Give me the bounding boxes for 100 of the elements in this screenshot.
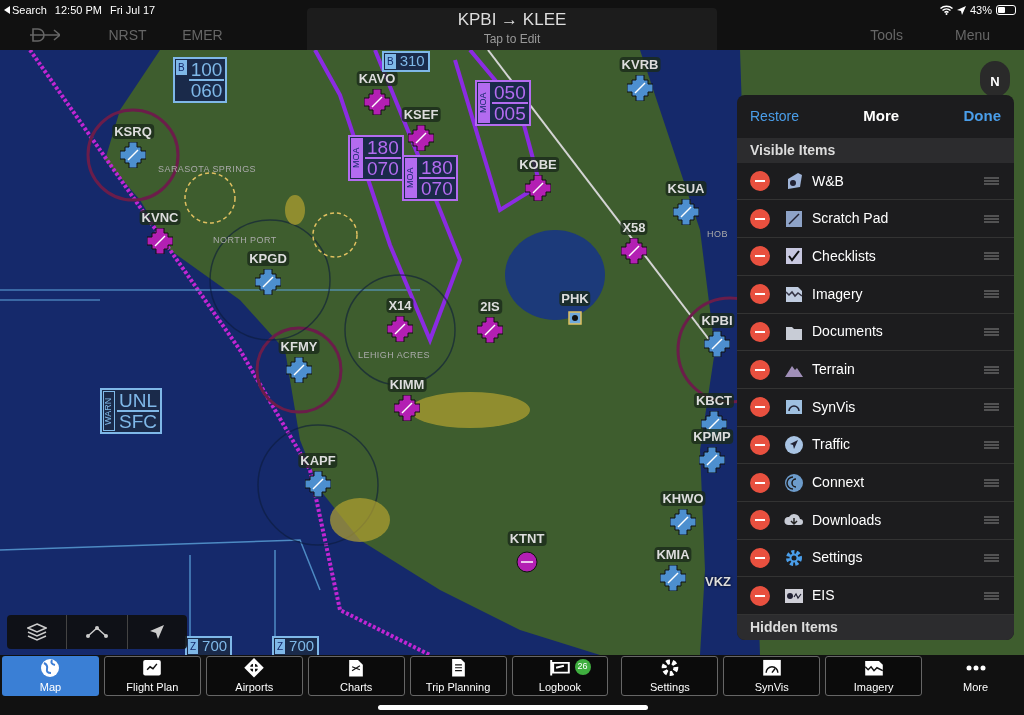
- airport-symbol-icon[interactable]: [673, 199, 699, 225]
- airspace-label: B 100 060: [173, 57, 228, 103]
- tab-button[interactable]: Logbook 26: [511, 656, 609, 696]
- reorder-handle-icon[interactable]: [984, 591, 999, 600]
- tab-button[interactable]: Charts: [307, 656, 405, 696]
- airport-label: KVRB: [619, 57, 661, 72]
- airport-label: 2IS: [478, 299, 502, 314]
- airport-symbol-icon[interactable]: [699, 447, 725, 473]
- remove-icon[interactable]: [750, 510, 770, 531]
- reorder-handle-icon[interactable]: [984, 478, 999, 487]
- airport-symbol-icon[interactable]: [394, 395, 420, 421]
- feature-icon: [784, 472, 804, 493]
- north-label: N: [990, 72, 1000, 91]
- airport-symbol-icon[interactable]: [364, 89, 390, 115]
- tab-button[interactable]: Trip Planning: [409, 656, 507, 696]
- airport-symbol-icon[interactable]: [621, 238, 647, 264]
- remove-icon[interactable]: [750, 585, 770, 606]
- more-list-row[interactable]: Imagery: [737, 275, 1014, 314]
- done-button[interactable]: Done: [963, 105, 1001, 128]
- airport-symbol-icon[interactable]: [255, 269, 281, 295]
- airport-symbol-icon[interactable]: [305, 471, 331, 497]
- airport-symbol-icon[interactable]: [477, 317, 503, 343]
- more-list-row[interactable]: Checklists: [737, 238, 1014, 276]
- tab-button[interactable]: SynVis: [723, 656, 821, 696]
- airport-label: KVNC: [139, 210, 181, 225]
- airport-symbol-icon[interactable]: [387, 316, 413, 342]
- more-list-row[interactable]: Connext: [737, 464, 1014, 502]
- more-list-row[interactable]: Downloads: [737, 501, 1014, 540]
- item-label: Downloads: [812, 510, 883, 530]
- airport-label: KAVO: [356, 71, 398, 86]
- more-list-row[interactable]: Traffic: [737, 426, 1014, 465]
- tab-button[interactable]: Flight Plan: [103, 656, 201, 696]
- airport-symbol-icon[interactable]: [408, 125, 434, 151]
- layers-icon: [26, 623, 47, 641]
- airport-symbol-icon[interactable]: [120, 142, 146, 168]
- remove-icon[interactable]: [750, 434, 770, 455]
- restore-button[interactable]: Restore: [750, 105, 800, 127]
- airport-label: VKZ: [705, 573, 731, 591]
- reorder-handle-icon[interactable]: [984, 516, 999, 525]
- tab-button[interactable]: More: [927, 656, 1024, 696]
- remove-icon[interactable]: [750, 284, 770, 305]
- item-label: Settings: [812, 548, 864, 568]
- remove-icon[interactable]: [750, 208, 770, 229]
- airspace-label: Z 700: [185, 636, 233, 655]
- reorder-handle-icon[interactable]: [984, 177, 999, 186]
- airport-symbol-icon[interactable]: [286, 357, 312, 383]
- tab-button[interactable]: Imagery: [825, 656, 923, 696]
- airport-label: KPBI: [699, 313, 735, 328]
- reorder-handle-icon[interactable]: [984, 252, 999, 261]
- reorder-handle-icon[interactable]: [984, 553, 999, 562]
- airport-label: KOBE: [517, 157, 559, 172]
- item-label: Traffic: [812, 435, 852, 455]
- reorder-handle-icon[interactable]: [984, 403, 999, 412]
- airport-symbol-icon[interactable]: [704, 331, 730, 357]
- remove-icon[interactable]: [750, 359, 770, 380]
- wifi-icon: [939, 5, 953, 15]
- more-list-row[interactable]: Documents: [737, 313, 1014, 352]
- more-list-row[interactable]: Scratch Pad: [737, 200, 1014, 239]
- item-label: Connext: [812, 473, 866, 493]
- route-title-bar[interactable]: KPBI → KLEE Tap to Edit: [307, 8, 717, 50]
- remove-icon[interactable]: [750, 321, 770, 342]
- remove-icon[interactable]: [750, 246, 770, 267]
- airport-label: KSRQ: [112, 124, 154, 139]
- reorder-handle-icon[interactable]: [984, 440, 999, 449]
- airport-label: KSUA: [665, 181, 707, 196]
- airport-label: X58: [620, 220, 648, 235]
- reorder-handle-icon[interactable]: [984, 365, 999, 374]
- airport-symbol-icon[interactable]: [670, 509, 696, 535]
- city-label: SARASOTA SPRINGS: [158, 163, 257, 176]
- airport-symbol-icon[interactable]: [516, 551, 538, 573]
- feature-icon: [784, 208, 804, 229]
- back-link[interactable]: Search: [12, 1, 47, 19]
- direct-to-icon: [30, 27, 60, 43]
- feature-icon: [784, 434, 804, 455]
- more-list-row[interactable]: Settings: [737, 539, 1014, 578]
- feature-icon: [784, 547, 804, 568]
- airport-symbol-icon[interactable]: [525, 175, 551, 201]
- reorder-handle-icon[interactable]: [984, 327, 999, 336]
- reorder-handle-icon[interactable]: [984, 214, 999, 223]
- airport-label: PHK: [559, 291, 591, 306]
- airport-label: KMIA: [654, 547, 692, 562]
- airport-label: KBCT: [693, 393, 735, 408]
- more-list-row[interactable]: SynVis: [737, 388, 1014, 427]
- remove-icon[interactable]: [750, 397, 770, 418]
- tab-button[interactable]: Airports: [205, 656, 303, 696]
- more-list-row[interactable]: Terrain: [737, 351, 1014, 389]
- more-list-row[interactable]: W&B: [737, 162, 1014, 201]
- remove-icon[interactable]: [750, 171, 770, 192]
- remove-icon[interactable]: [750, 472, 770, 493]
- tab-button[interactable]: Map: [2, 656, 99, 696]
- airport-symbol-icon[interactable]: [147, 228, 173, 254]
- airport-symbol-icon[interactable]: [627, 75, 653, 101]
- more-dots-icon: [964, 664, 987, 671]
- tab-button[interactable]: Settings: [621, 656, 719, 696]
- airport-label: KHWO: [660, 491, 706, 506]
- status-date: Fri Jul 17: [109, 2, 156, 18]
- remove-icon[interactable]: [750, 547, 770, 568]
- item-label: Terrain: [812, 360, 856, 380]
- reorder-handle-icon[interactable]: [984, 290, 999, 299]
- airport-symbol-icon[interactable]: [660, 565, 686, 591]
